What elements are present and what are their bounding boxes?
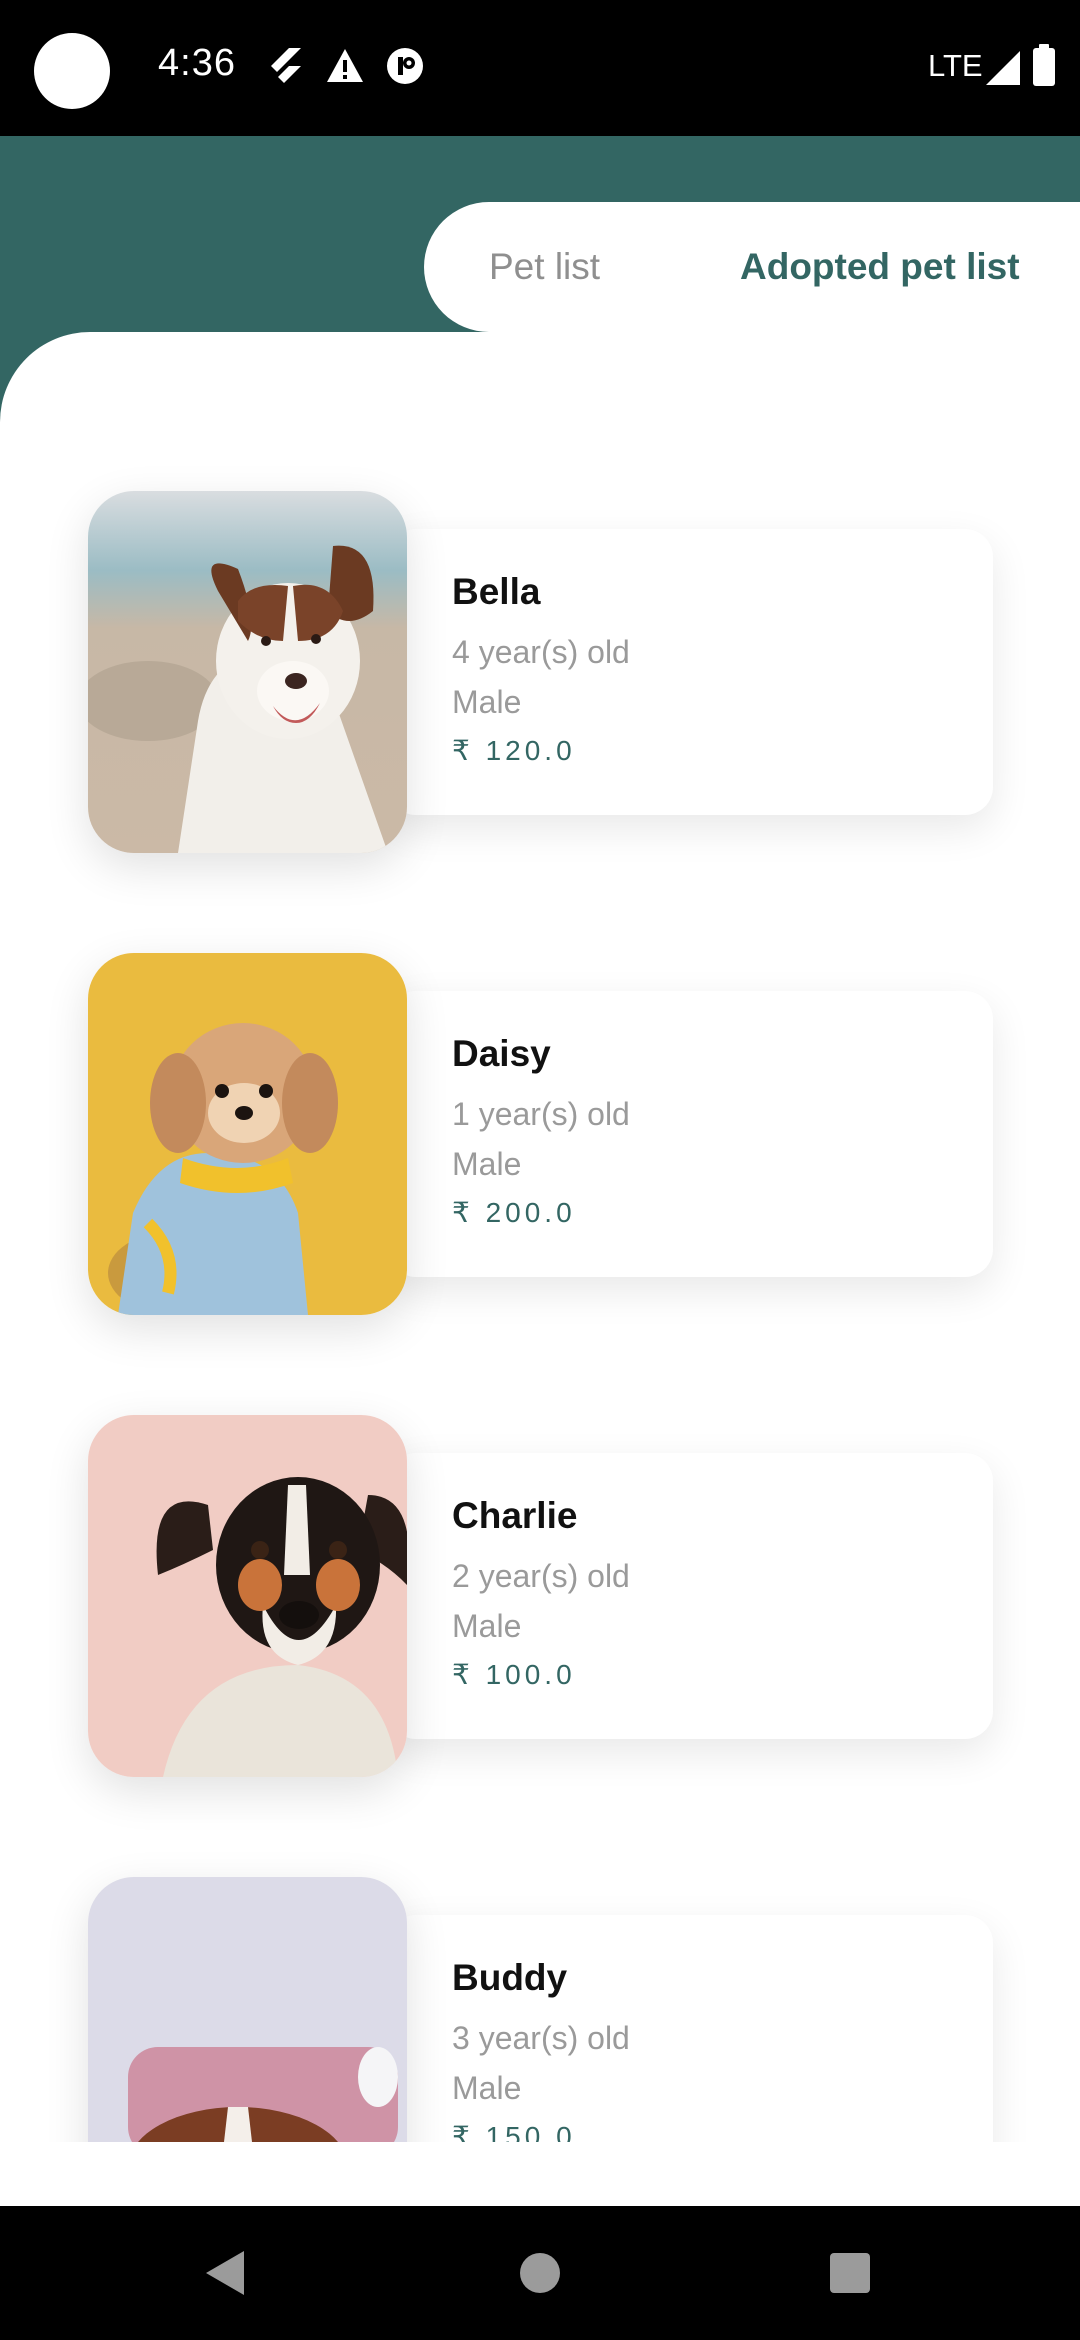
pet-list-item[interactable]: Charlie 2 year(s) old Male ₹ 100.0 [88,1415,993,1777]
network-type: LTE [928,48,983,83]
signal-icon [986,51,1020,85]
tab-pet-list[interactable]: Pet list [489,202,600,332]
app-screen: Pet list Adopted pet list Bella 4 year(s… [0,136,1080,2206]
pet-price: ₹ 150.0 [452,2121,576,2142]
home-icon [520,2253,560,2293]
pet-name: Bella [452,571,541,612]
pet-photo-bella [88,491,407,853]
pet-age: 2 year(s) old [452,1558,630,1594]
pet-photo [88,1877,407,2142]
app-notification-icon [387,48,423,84]
tab-adopted-pet-list[interactable]: Adopted pet list [740,202,1020,332]
pet-name: Charlie [452,1495,578,1536]
device-screen: 4:36 LTE Pet list Adopted pet list Bella… [0,0,1080,2340]
nav-recents-button[interactable] [790,2206,910,2340]
pet-name: Daisy [452,1033,551,1074]
pet-gender: Male [452,2070,522,2106]
pet-photo [88,953,407,1315]
pet-photo-daisy [88,953,407,1315]
system-nav-bar [0,2206,1080,2340]
pet-list-item[interactable]: Buddy 3 year(s) old Male ₹ 150.0 [88,1877,993,2142]
content-sheet: Bella 4 year(s) old Male ₹ 120.0 Daisy 1… [0,332,1080,2206]
status-bar: 4:36 LTE [0,0,1080,136]
pet-photo-buddy [88,1877,407,2142]
tab-switcher: Pet list Adopted pet list [424,202,1080,332]
pet-price: ₹ 100.0 [452,1659,576,1690]
pet-age: 3 year(s) old [452,2020,630,2056]
pet-gender: Male [452,1608,522,1644]
back-icon [206,2251,244,2295]
pet-gender: Male [452,1146,522,1182]
warning-icon [327,49,363,82]
pet-age: 4 year(s) old [452,634,630,670]
battery-icon [1033,44,1055,86]
pet-list[interactable]: Bella 4 year(s) old Male ₹ 120.0 Daisy 1… [0,332,1080,2142]
pet-photo [88,1415,407,1777]
nav-back-button[interactable] [166,2206,286,2340]
pet-price: ₹ 200.0 [452,1197,576,1228]
recents-icon [830,2253,870,2293]
flutter-icon [271,48,301,83]
pet-photo-charlie [88,1415,407,1777]
pet-photo [88,491,407,853]
pet-list-item[interactable]: Daisy 1 year(s) old Male ₹ 200.0 [88,953,993,1315]
pet-list-item[interactable]: Bella 4 year(s) old Male ₹ 120.0 [88,491,993,853]
nav-home-button[interactable] [480,2206,600,2340]
pet-age: 1 year(s) old [452,1096,630,1132]
pet-price: ₹ 120.0 [452,735,576,766]
pet-gender: Male [452,684,522,720]
status-time: 4:36 [158,42,236,84]
camera-cutout [34,33,110,109]
pet-name: Buddy [452,1957,568,1998]
